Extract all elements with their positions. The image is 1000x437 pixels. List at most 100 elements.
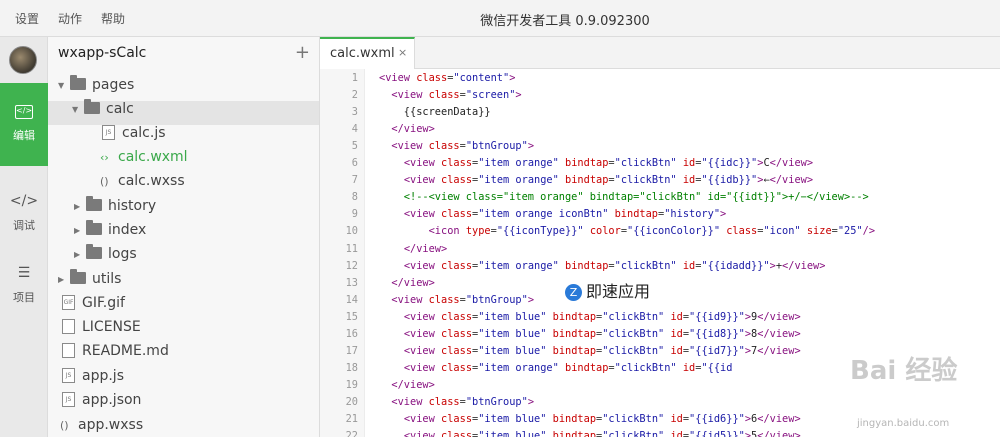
expanded-arrow-icon: ▼: [58, 80, 65, 90]
image-file-icon: GIF: [62, 294, 75, 310]
code-line: 7 <view class="item orange" bindtap="cli…: [320, 172, 1000, 189]
brand-watermark: Z 即速应用: [562, 278, 654, 302]
code-text: <view class="item orange" bindtap="click…: [403, 157, 814, 170]
line-number: 1: [351, 72, 358, 84]
tree-file-calc-wxml[interactable]: ‹› calc.wxml: [100, 149, 188, 173]
code-text: <view class="item orange" bindtap="click…: [403, 361, 733, 374]
tree-file-app-json[interactable]: JS app.json: [62, 391, 141, 416]
line-number: 6: [351, 157, 358, 170]
close-icon[interactable]: ×: [398, 46, 407, 59]
line-number: 14: [345, 293, 358, 306]
code-line: 22 <view class="item blue" bindtap="clic…: [320, 428, 1000, 437]
file-tree-panel: wxapp-sCalc + ▼ pages ▼ calc JS calc.js ‹› c…: [48, 37, 320, 437]
code-line: 15 <view class="item blue" bindtap="clic…: [320, 309, 1000, 326]
edit-mode-button[interactable]: </> 编辑: [0, 83, 48, 166]
code-text: </view>: [391, 378, 435, 391]
code-line: 16 <view class="item blue" bindtap="clic…: [320, 326, 1000, 343]
code-line: 5 <view class="btnGroup">: [320, 138, 1000, 155]
code-text: <icon type="{{iconType}}" color="{{iconC…: [428, 225, 876, 238]
folder-icon: [84, 99, 100, 114]
debug-mode-label: 调试: [13, 219, 35, 232]
edit-mode-label: 编辑: [13, 129, 35, 142]
menu-lines-icon: ☰: [17, 265, 31, 281]
tree-file-app-js[interactable]: JS app.js: [62, 367, 124, 392]
line-number: 15: [345, 310, 358, 323]
code-line: 4 </view>: [320, 121, 1000, 138]
code-line: 1 <view class="content">: [320, 70, 1000, 87]
code-line: 9 <view class="item orange iconBtn" bind…: [320, 206, 1000, 223]
line-number: 17: [345, 344, 358, 357]
line-number: 16: [345, 327, 358, 340]
line-number: 4: [351, 123, 358, 136]
tree-file-calc-wxss[interactable]: () calc.wxss: [100, 173, 185, 197]
activity-bar: </> 编辑 </> 调试 ☰ 项目: [0, 37, 48, 437]
debug-mode-button[interactable]: </> 调试: [0, 177, 48, 249]
tree-folder-utils[interactable]: ▶ utils: [58, 269, 121, 295]
code-text: <view class="btnGroup">: [391, 293, 535, 306]
code-text: <view class="item orange" bindtap="click…: [403, 259, 826, 272]
tree-folder-history[interactable]: ▶ history: [74, 196, 156, 222]
avatar[interactable]: [9, 46, 37, 74]
brand-badge-icon: Z: [565, 284, 582, 301]
collapsed-arrow-icon: ▶: [74, 225, 81, 235]
tree-file-calc-js[interactable]: JS calc.js: [102, 124, 166, 149]
window-title: 微信开发者工具 0.9.092300: [480, 14, 650, 29]
code-text: </view>: [391, 123, 435, 136]
code-text: <view class="btnGroup">: [391, 395, 535, 408]
code-line: 13 </view>: [320, 275, 1000, 292]
code-line: 14 <view class="btnGroup">: [320, 292, 1000, 309]
tree-file-license[interactable]: LICENSE: [62, 318, 141, 343]
code-editor-icon: </>: [15, 105, 33, 119]
code-line: 11 </view>: [320, 241, 1000, 258]
line-number: 11: [345, 242, 358, 255]
tab-calc-wxml[interactable]: calc.wxml ×: [320, 37, 415, 69]
code-line: 6 <view class="item orange" bindtap="cli…: [320, 155, 1000, 172]
code-text: <view class="item orange iconBtn" bindta…: [403, 208, 727, 221]
code-text: <view class="btnGroup">: [391, 140, 535, 153]
code-line: 3 {{screenData}}: [320, 104, 1000, 121]
folder-icon: [70, 75, 86, 90]
code-text: <view class="content">: [379, 72, 516, 84]
text-file-icon: [62, 342, 75, 358]
line-number: 21: [345, 413, 358, 425]
folder-icon: [70, 269, 86, 284]
menu-bar: 设置 动作 帮助 微信开发者工具 0.9.092300: [0, 0, 1000, 37]
tree-folder-index[interactable]: ▶ index: [74, 220, 146, 246]
tree-file-readme[interactable]: README.md: [62, 342, 169, 367]
tree-file-app-wxss[interactable]: () app.wxss: [60, 417, 143, 437]
code-text: <view class="screen">: [391, 89, 522, 102]
project-mode-button[interactable]: ☰ 项目: [0, 249, 48, 321]
folder-icon: [86, 244, 102, 259]
code-line: 8 <!--<view class="item orange" bindtap=…: [320, 189, 1000, 206]
expanded-arrow-icon: ▼: [72, 104, 79, 114]
line-number: 12: [345, 259, 358, 272]
code-text: <view class="item blue" bindtap="clickBt…: [403, 344, 801, 357]
folder-icon: [86, 196, 102, 211]
brand-watermark-text: 即速应用: [586, 282, 651, 301]
line-number: 20: [345, 395, 358, 408]
tree-folder-pages[interactable]: ▼ pages: [58, 75, 134, 101]
json-file-icon: JS: [62, 391, 75, 407]
tree-folder-calc[interactable]: ▼ calc: [48, 99, 319, 125]
tree-file-gif[interactable]: GIF GIF.gif: [62, 294, 125, 319]
code-brackets-icon: </>: [9, 193, 39, 209]
code-text: <!--<view class="item orange" bindtap="c…: [379, 191, 869, 204]
code-line: 20 <view class="btnGroup">: [320, 394, 1000, 411]
line-number: 22: [345, 430, 358, 437]
line-number: 13: [345, 276, 358, 289]
line-number: 2: [351, 89, 358, 102]
text-file-icon: [62, 318, 75, 334]
code-line: 10 <icon type="{{iconType}}" color="{{ic…: [320, 223, 1000, 240]
code-line: 12 <view class="item orange" bindtap="cl…: [320, 258, 1000, 275]
line-number: 19: [345, 378, 358, 391]
project-name: wxapp-sCalc: [58, 45, 147, 61]
code-text: {{screenData}}: [379, 106, 491, 119]
add-file-button[interactable]: +: [295, 42, 310, 63]
site-url-watermark: jingyan.baidu.com: [857, 418, 950, 429]
tree-folder-logs[interactable]: ▶ logs: [74, 244, 137, 270]
collapsed-arrow-icon: ▶: [74, 249, 81, 259]
code-text: <view class="item blue" bindtap="clickBt…: [403, 430, 801, 437]
code-text: </view>: [403, 242, 448, 255]
line-number: 10: [345, 225, 358, 238]
collapsed-arrow-icon: ▶: [74, 201, 81, 211]
